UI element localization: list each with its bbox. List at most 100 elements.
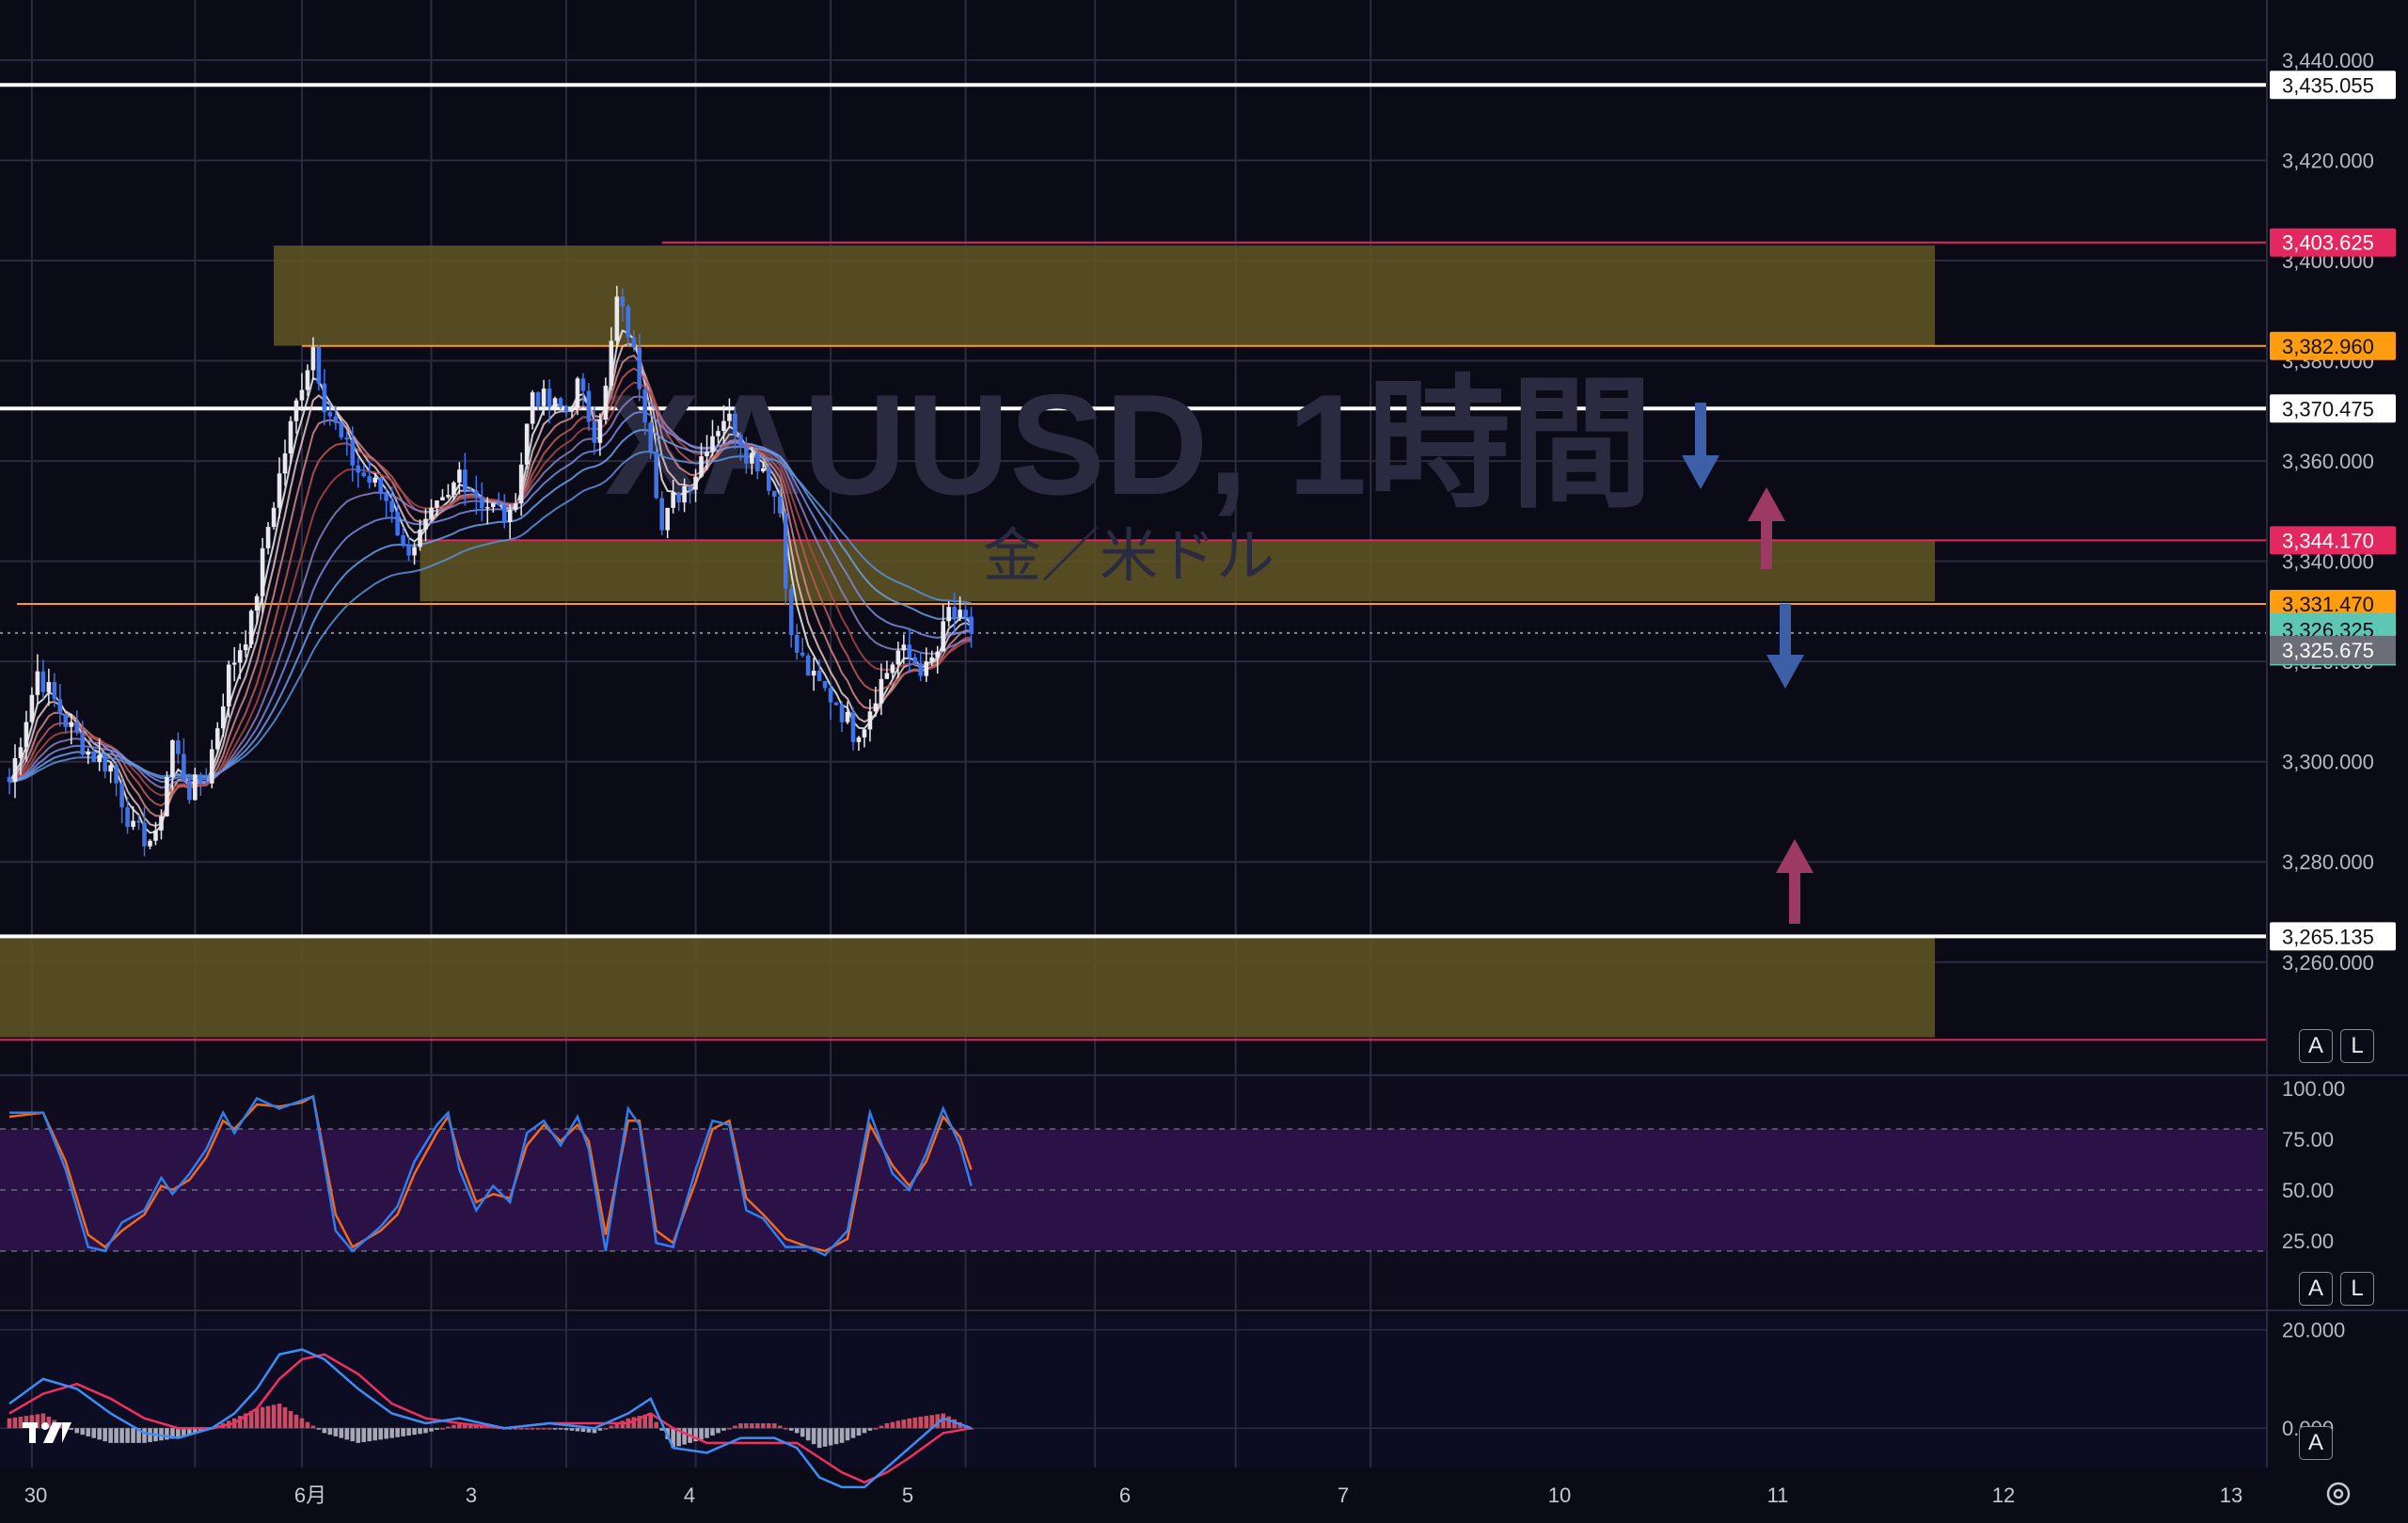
time-axis-label: 6 xyxy=(1119,1483,1131,1507)
candle-body xyxy=(485,507,490,509)
macd-histogram-bar xyxy=(890,1421,895,1429)
candle-body xyxy=(873,703,879,712)
macd-histogram-bar xyxy=(452,1424,456,1429)
candle-body xyxy=(530,392,535,424)
candle-body xyxy=(35,671,40,695)
candle-body xyxy=(569,407,575,412)
candle-body xyxy=(170,740,175,778)
candle-body xyxy=(12,757,18,783)
stoch-log-scale-button[interactable]: L xyxy=(2340,1272,2374,1306)
macd-histogram-bar xyxy=(907,1418,912,1429)
macd-histogram-bar xyxy=(322,1428,327,1434)
macd-histogram-bar xyxy=(716,1428,721,1434)
candle-body xyxy=(750,452,754,464)
price-level-tag-label: 3,344.170 xyxy=(2282,529,2374,552)
candle-body xyxy=(558,398,563,407)
macd-histogram-bar xyxy=(429,1428,434,1432)
macd-histogram-bar xyxy=(946,1416,951,1429)
macd-histogram-bar xyxy=(131,1428,135,1443)
candle-body xyxy=(688,485,692,490)
candle-body xyxy=(46,682,52,692)
time-axis-label: 7 xyxy=(1338,1483,1349,1507)
macd-histogram-bar xyxy=(682,1428,687,1445)
macd-histogram-bar xyxy=(367,1428,372,1442)
candle-body xyxy=(165,777,169,817)
candle-body xyxy=(237,650,243,663)
macd-histogram-bar xyxy=(288,1410,293,1429)
macd-auto-scale-button[interactable]: A xyxy=(2299,1426,2333,1460)
macd-histogram-bar xyxy=(721,1428,726,1431)
candle-body xyxy=(193,774,198,801)
macd-histogram-bar xyxy=(440,1428,445,1430)
candle-body xyxy=(282,453,288,474)
macd-histogram-bar xyxy=(142,1428,147,1443)
macd-histogram-bar xyxy=(344,1428,350,1440)
macd-histogram-bar xyxy=(547,1428,552,1430)
chart-canvas[interactable]: XAUUSD, 1時間 金／米ドル 3,440.000 3,420.000 3,400.… xyxy=(0,0,2408,1518)
price-auto-scale-button[interactable]: A xyxy=(2299,1029,2333,1063)
stochastic-axis-tick-label: 25.00 xyxy=(2282,1230,2334,1253)
macd-histogram-bar xyxy=(750,1422,754,1429)
macd-histogram-bar xyxy=(535,1428,541,1430)
candle-body xyxy=(676,492,681,503)
macd-histogram-bar xyxy=(884,1422,890,1429)
candle-body xyxy=(659,498,664,531)
macd-histogram-bar xyxy=(788,1428,794,1431)
candle-body xyxy=(69,722,74,727)
macd-histogram-bar xyxy=(777,1425,783,1429)
macd-histogram-bar xyxy=(423,1428,428,1434)
time-axis-label: 4 xyxy=(684,1483,695,1507)
macd-histogram-bar xyxy=(316,1428,322,1430)
candle-body xyxy=(429,507,434,519)
candle-body xyxy=(941,621,945,652)
candle-body xyxy=(771,490,777,497)
macd-histogram-bar xyxy=(794,1428,800,1434)
macd-histogram-bar xyxy=(924,1416,929,1429)
candle-body xyxy=(220,706,226,729)
macd-histogram-bar xyxy=(699,1428,704,1440)
candle-body xyxy=(777,496,783,514)
candle-body xyxy=(761,468,766,472)
candle-body xyxy=(468,490,473,492)
candle-body xyxy=(384,494,388,501)
macd-histogram-bar xyxy=(654,1421,658,1429)
candle-body xyxy=(755,452,760,472)
candle-body xyxy=(131,820,135,827)
macd-histogram-bar xyxy=(524,1428,530,1430)
candle-body xyxy=(929,657,935,662)
macd-histogram-bar xyxy=(91,1428,96,1438)
price-level-tag-label: 3,265.135 xyxy=(2282,925,2374,948)
candle-body xyxy=(159,816,164,831)
candle-body xyxy=(518,464,524,504)
macd-histogram-bar xyxy=(783,1428,788,1430)
candle-body xyxy=(721,420,726,432)
candle-body xyxy=(231,662,237,665)
macd-histogram-bar xyxy=(609,1425,614,1429)
candle-body xyxy=(665,507,670,531)
candle-body xyxy=(74,722,80,733)
macd-histogram-bar xyxy=(333,1428,339,1436)
macd-histogram-bar xyxy=(733,1425,737,1429)
candle-body xyxy=(541,389,547,406)
macd-histogram-bar xyxy=(518,1428,524,1430)
macd-histogram-bar xyxy=(350,1428,356,1442)
candle-body xyxy=(856,737,862,742)
chart-svg[interactable]: XAUUSD, 1時間金／米ドル3,440.0003,420.0003,400.… xyxy=(0,0,2408,1518)
macd-histogram-bar xyxy=(828,1428,833,1446)
macd-histogram-bar xyxy=(260,1406,265,1429)
price-log-scale-button[interactable]: L xyxy=(2340,1029,2374,1063)
candle-body xyxy=(52,682,57,700)
candle-body xyxy=(738,435,743,448)
macd-histogram-bar xyxy=(361,1428,367,1442)
price-level-tag-label: 3,403.625 xyxy=(2282,231,2374,255)
price-axis-tick-label: 3,420.000 xyxy=(2282,149,2374,172)
candle-body xyxy=(547,389,552,407)
candle-body xyxy=(176,740,181,754)
stoch-auto-scale-button[interactable]: A xyxy=(2299,1272,2333,1306)
macd-histogram-bar xyxy=(845,1428,850,1441)
candle-body xyxy=(788,588,794,636)
candle-body xyxy=(125,807,130,827)
candle-body xyxy=(833,702,839,706)
price-axis-tick-label: 3,440.000 xyxy=(2282,49,2374,72)
macd-histogram-bar xyxy=(271,1404,277,1429)
